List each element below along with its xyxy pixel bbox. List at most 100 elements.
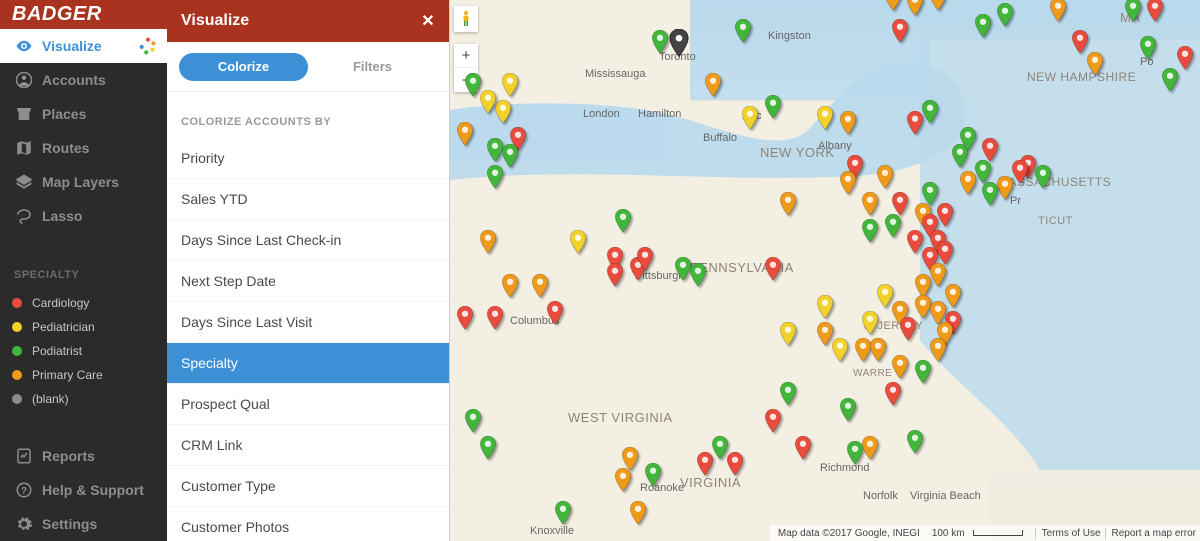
map-pin[interactable] bbox=[726, 452, 744, 476]
map-pin[interactable] bbox=[929, 263, 947, 287]
sidebar-item-routes[interactable]: Routes bbox=[0, 131, 167, 165]
tab-filters[interactable]: Filters bbox=[308, 53, 437, 81]
sidebar-item-places[interactable]: Places bbox=[0, 97, 167, 131]
map-pin[interactable] bbox=[456, 122, 474, 146]
map-pin[interactable] bbox=[546, 301, 564, 325]
map-canvas[interactable]: NEW YORK PENNSYLVANIA WEST VIRGINIA VIRG… bbox=[450, 0, 1200, 541]
map-pin[interactable] bbox=[704, 73, 722, 97]
map-pin[interactable] bbox=[794, 436, 812, 460]
map-pin[interactable] bbox=[779, 322, 797, 346]
map-pin[interactable] bbox=[689, 263, 707, 287]
map-pin[interactable] bbox=[1071, 30, 1089, 54]
map-pin[interactable] bbox=[974, 14, 992, 38]
map-pin[interactable] bbox=[1124, 0, 1142, 22]
map-pin[interactable] bbox=[501, 274, 519, 298]
colorize-option-customer-photos[interactable]: Customer Photos bbox=[167, 507, 449, 541]
map-pin[interactable] bbox=[884, 382, 902, 406]
map-pin[interactable] bbox=[614, 468, 632, 492]
colorize-option-days-since-last-check-in[interactable]: Days Since Last Check-in bbox=[167, 220, 449, 261]
legend-item[interactable]: Primary Care bbox=[0, 363, 167, 387]
map-pin[interactable] bbox=[764, 257, 782, 281]
colorize-option-specialty[interactable]: Specialty bbox=[167, 343, 449, 384]
map-pin[interactable] bbox=[741, 106, 759, 130]
sidebar-item-map-layers[interactable]: Map Layers bbox=[0, 165, 167, 199]
legend-item[interactable]: Pediatrician bbox=[0, 315, 167, 339]
map-pin[interactable] bbox=[861, 311, 879, 335]
map-pin[interactable] bbox=[861, 219, 879, 243]
colorize-option-priority[interactable]: Priority bbox=[167, 138, 449, 179]
map-pin[interactable] bbox=[1176, 46, 1194, 70]
map-pin[interactable] bbox=[876, 165, 894, 189]
map-pin[interactable] bbox=[831, 338, 849, 362]
tab-colorize[interactable]: Colorize bbox=[179, 53, 308, 81]
sidebar-item-help-support[interactable]: ?Help & Support bbox=[0, 473, 167, 507]
map-pin[interactable] bbox=[479, 436, 497, 460]
colorize-option-next-step-date[interactable]: Next Step Date bbox=[167, 261, 449, 302]
map-pin[interactable] bbox=[531, 274, 549, 298]
close-icon[interactable]: ✕ bbox=[419, 12, 437, 30]
map-pin[interactable] bbox=[464, 73, 482, 97]
map-pin[interactable] bbox=[929, 0, 947, 11]
map-pin[interactable] bbox=[959, 171, 977, 195]
map-pin[interactable] bbox=[906, 0, 924, 16]
map-pin[interactable] bbox=[644, 463, 662, 487]
map-pin[interactable] bbox=[651, 30, 669, 54]
map-pin[interactable] bbox=[554, 501, 572, 525]
map-pin[interactable] bbox=[869, 338, 887, 362]
sidebar-item-reports[interactable]: Reports bbox=[0, 439, 167, 473]
legend-item[interactable]: (blank) bbox=[0, 387, 167, 411]
map-pin[interactable] bbox=[899, 317, 917, 341]
zoom-in-button[interactable]: + bbox=[454, 44, 478, 68]
map-pin[interactable] bbox=[1011, 160, 1029, 184]
map-pin[interactable] bbox=[779, 192, 797, 216]
map-pin[interactable] bbox=[486, 306, 504, 330]
map-pin[interactable] bbox=[1049, 0, 1067, 22]
map-pin[interactable] bbox=[501, 73, 519, 97]
map-pin[interactable] bbox=[569, 230, 587, 254]
colorize-option-prospect-qual[interactable]: Prospect Qual bbox=[167, 384, 449, 425]
map-pin[interactable] bbox=[1161, 68, 1179, 92]
map-pin[interactable] bbox=[891, 19, 909, 43]
map-pin[interactable] bbox=[501, 144, 519, 168]
map-pin[interactable] bbox=[614, 209, 632, 233]
map-pin[interactable] bbox=[981, 138, 999, 162]
map-pin[interactable] bbox=[779, 382, 797, 406]
colorize-option-sales-ytd[interactable]: Sales YTD bbox=[167, 179, 449, 220]
map-pin[interactable] bbox=[914, 360, 932, 384]
map-pin[interactable] bbox=[636, 247, 654, 271]
map-pin[interactable] bbox=[839, 111, 857, 135]
colorize-option-customer-type[interactable]: Customer Type bbox=[167, 466, 449, 507]
map-pin[interactable] bbox=[861, 192, 879, 216]
colorize-option-crm-link[interactable]: CRM Link bbox=[167, 425, 449, 466]
map-pin[interactable] bbox=[816, 295, 834, 319]
map-pin[interactable] bbox=[996, 3, 1014, 27]
sidebar-item-settings[interactable]: Settings bbox=[0, 507, 167, 541]
map-pin[interactable] bbox=[456, 306, 474, 330]
map-pin[interactable] bbox=[764, 409, 782, 433]
map-pin[interactable] bbox=[861, 436, 879, 460]
map-pin[interactable] bbox=[891, 192, 909, 216]
map-pin[interactable] bbox=[464, 409, 482, 433]
map-pin[interactable] bbox=[936, 203, 954, 227]
terms-link[interactable]: Terms of Use bbox=[1035, 528, 1101, 539]
map-pin[interactable] bbox=[921, 182, 939, 206]
map-pin[interactable] bbox=[936, 241, 954, 265]
map-pin[interactable] bbox=[696, 452, 714, 476]
map-pin[interactable] bbox=[734, 19, 752, 43]
map-pin[interactable] bbox=[884, 214, 902, 238]
map-pin[interactable] bbox=[816, 106, 834, 130]
map-pin[interactable] bbox=[906, 430, 924, 454]
map-pin[interactable] bbox=[959, 127, 977, 151]
legend-item[interactable]: Podiatrist bbox=[0, 339, 167, 363]
map-pin[interactable] bbox=[629, 501, 647, 525]
sidebar-item-visualize[interactable]: Visualize bbox=[0, 29, 167, 63]
map-pin[interactable] bbox=[1086, 52, 1104, 76]
colorize-option-days-since-last-visit[interactable]: Days Since Last Visit bbox=[167, 302, 449, 343]
map-pin[interactable] bbox=[1139, 36, 1157, 60]
sidebar-item-accounts[interactable]: Accounts bbox=[0, 63, 167, 97]
map-pin[interactable] bbox=[764, 95, 782, 119]
map-pin[interactable] bbox=[884, 0, 902, 11]
map-pin[interactable] bbox=[606, 263, 624, 287]
map-pin[interactable] bbox=[839, 171, 857, 195]
sidebar-item-lasso[interactable]: Lasso bbox=[0, 199, 167, 233]
